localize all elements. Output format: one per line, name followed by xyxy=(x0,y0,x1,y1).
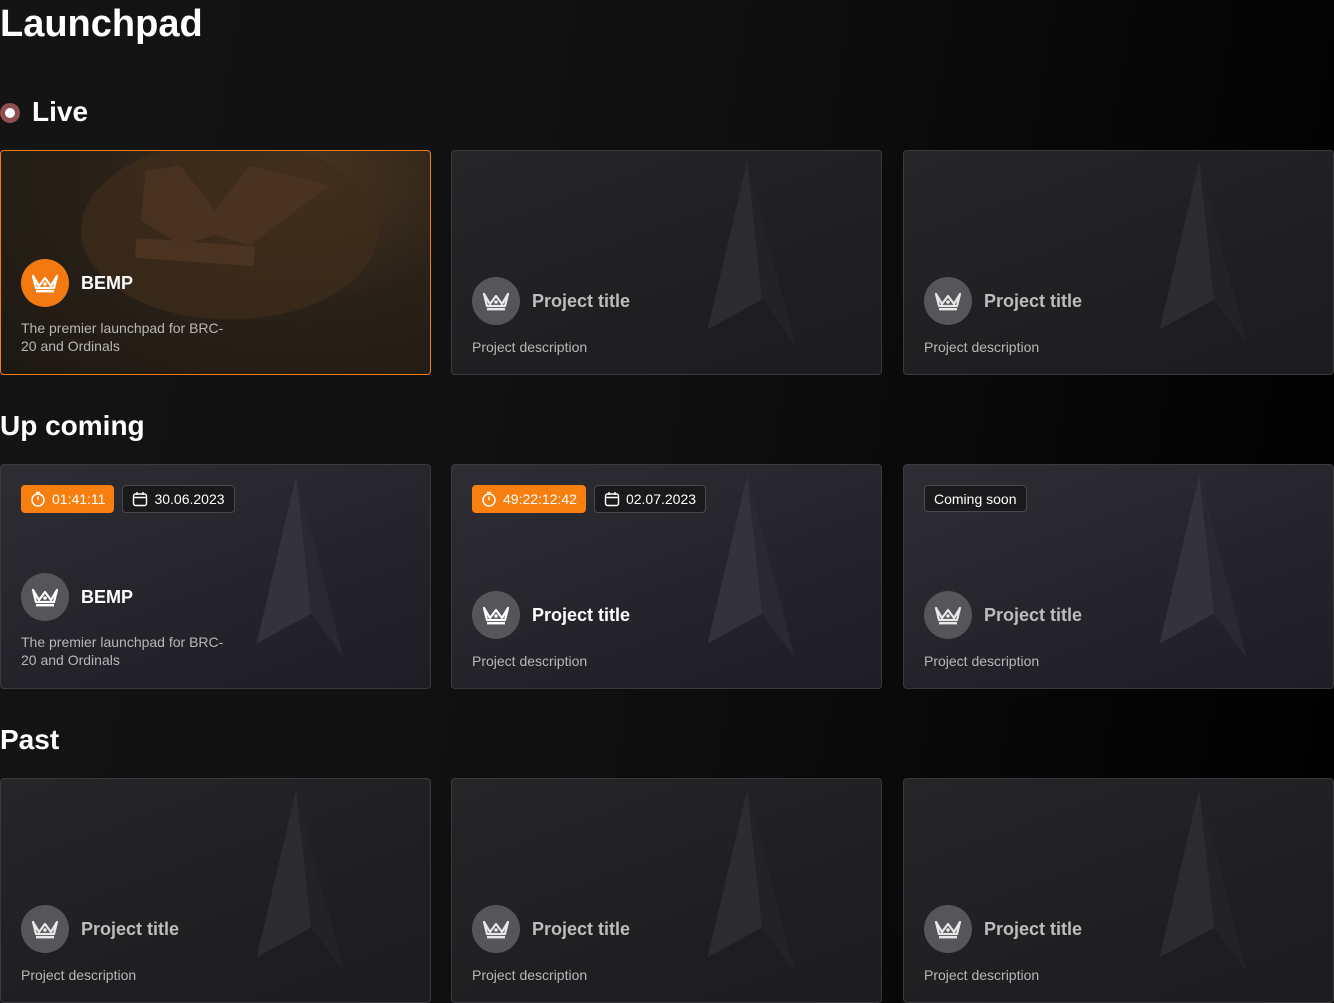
countdown-badge: 01:41:11 xyxy=(21,485,115,513)
card-description: Project description xyxy=(924,339,1040,355)
card-description: Project description xyxy=(924,967,1040,983)
coming-soon-badge: Coming soon xyxy=(924,485,1027,512)
calendar-icon xyxy=(604,492,620,507)
card-description: The premier launchpad for BRC-20 and Ord… xyxy=(21,320,224,354)
calendar-icon xyxy=(133,492,148,507)
past-card-2[interactable]: Project title Project description xyxy=(451,778,882,1003)
crown-icon xyxy=(924,591,972,639)
launchpad-page: Launchpad Live BEMP The premier launchpa… xyxy=(0,0,1334,1003)
card-description: The premier launchpad for BRC-20 and Ord… xyxy=(21,634,224,668)
crown-icon xyxy=(21,905,69,953)
card-description: Project description xyxy=(472,339,588,355)
countdown-value: 49:22:12:42 xyxy=(503,491,577,507)
date-value: 30.06.2023 xyxy=(154,491,225,507)
live-card-project-3[interactable]: Project title Project description xyxy=(903,150,1334,375)
card-description: Project description xyxy=(472,653,588,669)
live-card-bemp[interactable]: BEMP The premier launchpad for BRC-20 an… xyxy=(0,150,431,375)
upcoming-card-project-2[interactable]: 49:22:12:42 02.07.2023 Project title Pro… xyxy=(451,464,882,689)
crown-icon xyxy=(472,277,520,325)
card-title: Project title xyxy=(984,290,1083,311)
card-title: Project title xyxy=(984,918,1083,939)
live-indicator-icon xyxy=(0,103,20,123)
date-badge: 30.06.2023 xyxy=(122,485,235,513)
card-title: Project title xyxy=(532,604,631,625)
page-title: Launchpad xyxy=(0,3,203,45)
card-title: Project title xyxy=(532,918,631,939)
card-title: Project title xyxy=(81,918,180,939)
crown-icon xyxy=(472,591,520,639)
card-title: BEMP xyxy=(81,272,134,293)
past-card-3[interactable]: Project title Project description xyxy=(903,778,1334,1003)
crown-icon xyxy=(924,905,972,953)
live-card-project-2[interactable]: Project title Project description xyxy=(451,150,882,375)
card-description: Project description xyxy=(472,967,588,983)
bemp-crown-icon xyxy=(21,259,69,307)
upcoming-card-project-3[interactable]: Coming soon Project title Project descri… xyxy=(903,464,1334,689)
upcoming-card-bemp[interactable]: 01:41:11 30.06.2023 BEMP The premier lau… xyxy=(0,464,431,689)
date-value: 02.07.2023 xyxy=(625,491,697,507)
past-card-1[interactable]: Project title Project description xyxy=(0,778,431,1003)
countdown-badge: 49:22:12:42 xyxy=(472,485,586,513)
section-title-live: Live xyxy=(32,96,89,127)
stopwatch-icon xyxy=(31,491,45,507)
card-description: Project description xyxy=(21,967,137,983)
section-title-past: Past xyxy=(0,724,60,755)
crown-icon xyxy=(924,277,972,325)
crown-icon xyxy=(472,905,520,953)
card-title: Project title xyxy=(984,604,1083,625)
card-title: Project title xyxy=(532,290,631,311)
date-badge: 02.07.2023 xyxy=(593,485,707,513)
card-description: Project description xyxy=(924,653,1040,669)
card-title: BEMP xyxy=(81,586,134,607)
countdown-value: 01:41:11 xyxy=(52,491,106,507)
crown-icon xyxy=(21,573,69,621)
stopwatch-icon xyxy=(482,491,496,507)
section-title-upcoming: Up coming xyxy=(0,410,145,441)
